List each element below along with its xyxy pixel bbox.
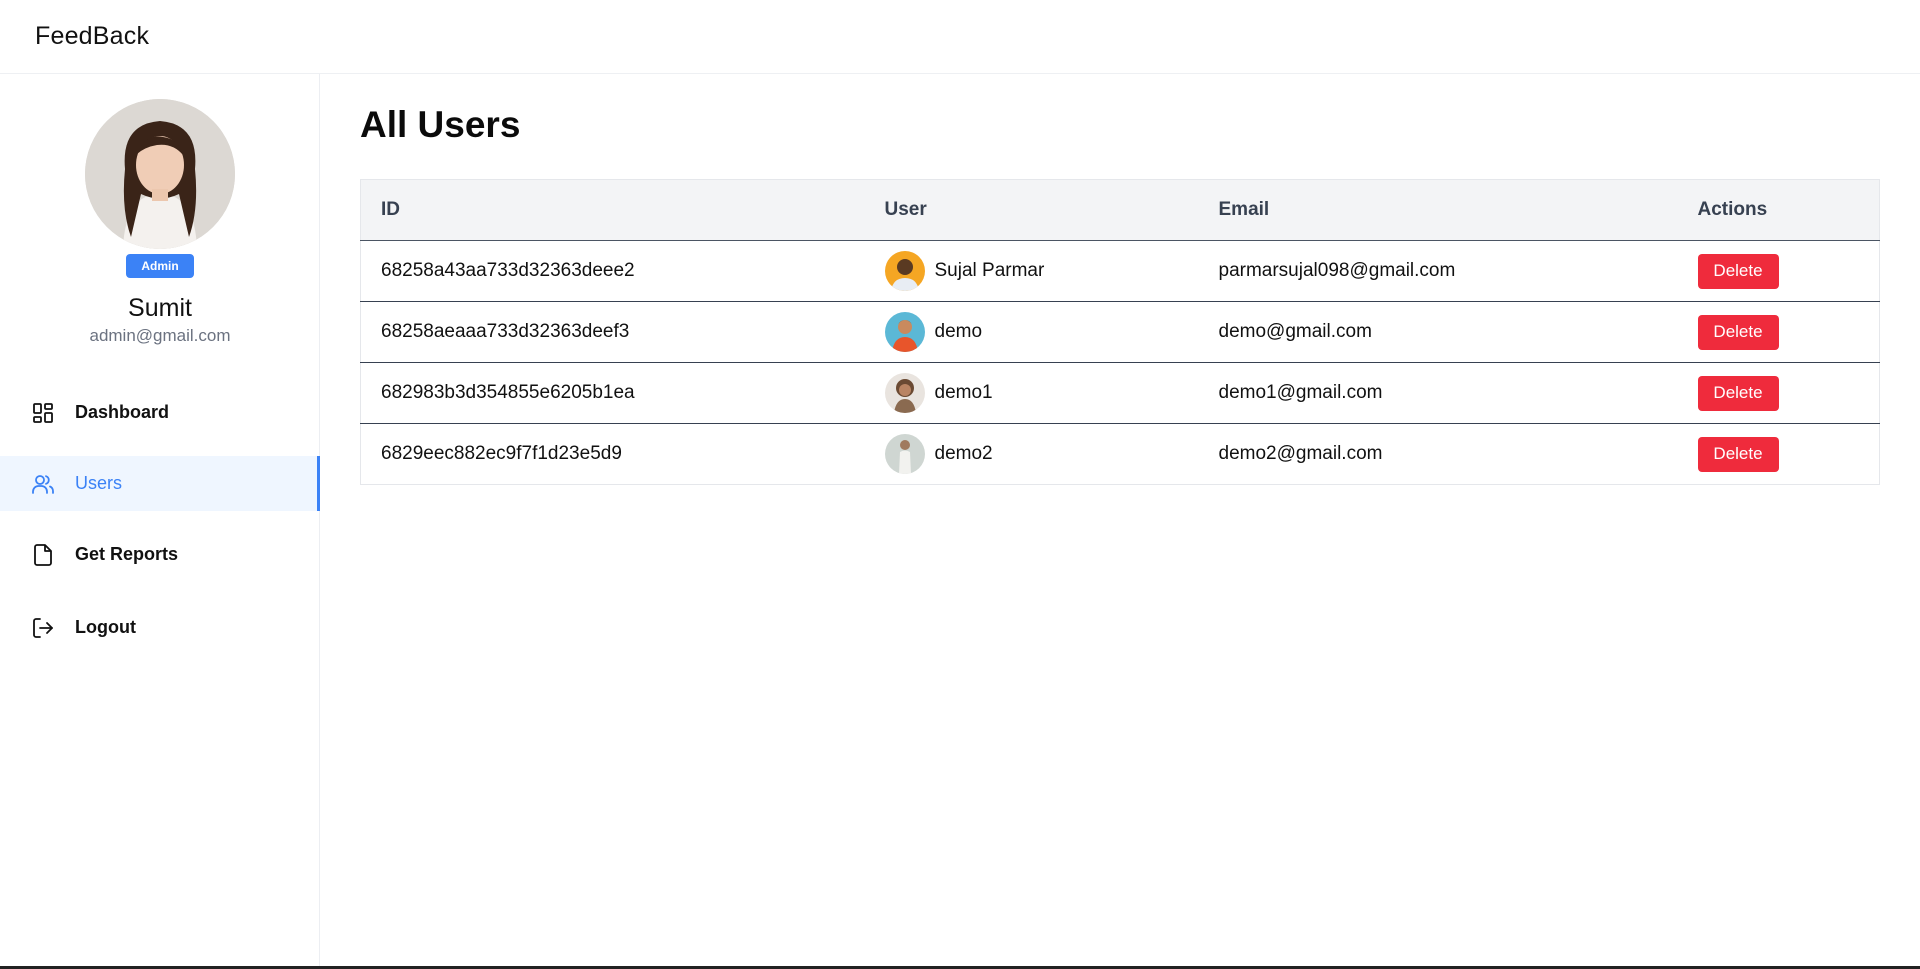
document-icon — [30, 542, 56, 568]
sidebar-item-label: Logout — [75, 617, 136, 637]
user-id-cell: 682983b3d354855e6205b1ea — [381, 382, 635, 403]
actions-cell: Delete — [1678, 302, 1880, 363]
delete-button[interactable]: Delete — [1697, 314, 1779, 350]
user-name: demo1 — [934, 382, 993, 403]
dashboard-grid-icon — [30, 400, 56, 426]
sidebar-item-dashboard[interactable]: Dashboard — [0, 385, 320, 440]
avatar — [884, 434, 925, 474]
sidebar-item-label: Dashboard — [75, 402, 170, 422]
user-name: demo — [934, 321, 983, 342]
top-bar: FeedBack — [0, 0, 1920, 74]
sidebar-item-users[interactable]: Users — [0, 456, 320, 511]
user-email-cell: demo@gmail.com — [1218, 321, 1372, 342]
avatar — [884, 373, 925, 413]
table-row: 6829eec882ec9f7f1d23e5d9 demo2 demo2@gma… — [360, 424, 1880, 485]
user-id-cell: 68258aeaaa733d32363deef3 — [381, 321, 630, 342]
column-header-actions: Actions — [1697, 199, 1768, 220]
user-name: demo2 — [934, 443, 993, 464]
role-badge: Admin — [126, 254, 194, 278]
user-cell: demo2 — [865, 424, 1199, 485]
user-email-cell: parmarsujal098@gmail.com — [1218, 260, 1456, 281]
sidebar-item-label: Users — [75, 473, 123, 493]
table-row: 68258a43aa733d32363deee2 Sujal Parmar pa… — [360, 241, 1880, 302]
sidebar-item-get-reports[interactable]: Get Reports — [0, 527, 320, 582]
user-cell: Sujal Parmar — [865, 241, 1199, 302]
delete-button[interactable]: Delete — [1697, 253, 1779, 289]
profile-email: admin@gmail.com — [89, 326, 231, 345]
users-table: ID User Email Actions 68258a43aa733d3236… — [360, 179, 1880, 485]
sidebar-item-label: Get Reports — [75, 544, 179, 564]
actions-cell: Delete — [1678, 424, 1880, 485]
user-email-cell: demo1@gmail.com — [1218, 382, 1383, 403]
avatar — [884, 312, 925, 352]
user-email-cell: demo2@gmail.com — [1218, 443, 1383, 464]
sidebar: Admin Sumit admin@gmail.com Dashboard Us… — [0, 74, 320, 967]
delete-button[interactable]: Delete — [1697, 375, 1779, 411]
avatar — [884, 251, 925, 291]
page-title: All Users — [360, 104, 521, 145]
table-body: 68258a43aa733d32363deee2 Sujal Parmar pa… — [360, 241, 1880, 485]
avatar — [85, 99, 235, 249]
delete-button[interactable]: Delete — [1697, 436, 1779, 472]
user-cell: demo1 — [865, 363, 1199, 424]
table-header-row: ID User Email Actions — [360, 179, 1880, 241]
user-cell: demo — [865, 302, 1199, 363]
app-brand[interactable]: FeedBack — [35, 22, 149, 51]
actions-cell: Delete — [1678, 363, 1880, 424]
sidebar-item-logout[interactable]: Logout — [0, 600, 320, 655]
user-id-cell: 6829eec882ec9f7f1d23e5d9 — [381, 443, 622, 464]
table-row: 682983b3d354855e6205b1ea demo1 demo1@gma… — [360, 363, 1880, 424]
column-header-email: Email — [1218, 199, 1270, 220]
profile-name: Sumit — [128, 294, 192, 322]
user-name: Sujal Parmar — [934, 260, 1045, 281]
table-header: ID User Email Actions — [360, 179, 1880, 241]
user-id-cell: 68258a43aa733d32363deee2 — [381, 260, 635, 281]
table-row: 68258aeaaa733d32363deef3 demo demo@gmail… — [360, 302, 1880, 363]
actions-cell: Delete — [1678, 241, 1880, 302]
profile-card: Admin Sumit admin@gmail.com — [0, 74, 320, 374]
users-icon — [30, 471, 56, 497]
logout-icon — [30, 615, 56, 641]
column-header-user: User — [884, 199, 927, 220]
column-header-id: ID — [381, 199, 400, 220]
